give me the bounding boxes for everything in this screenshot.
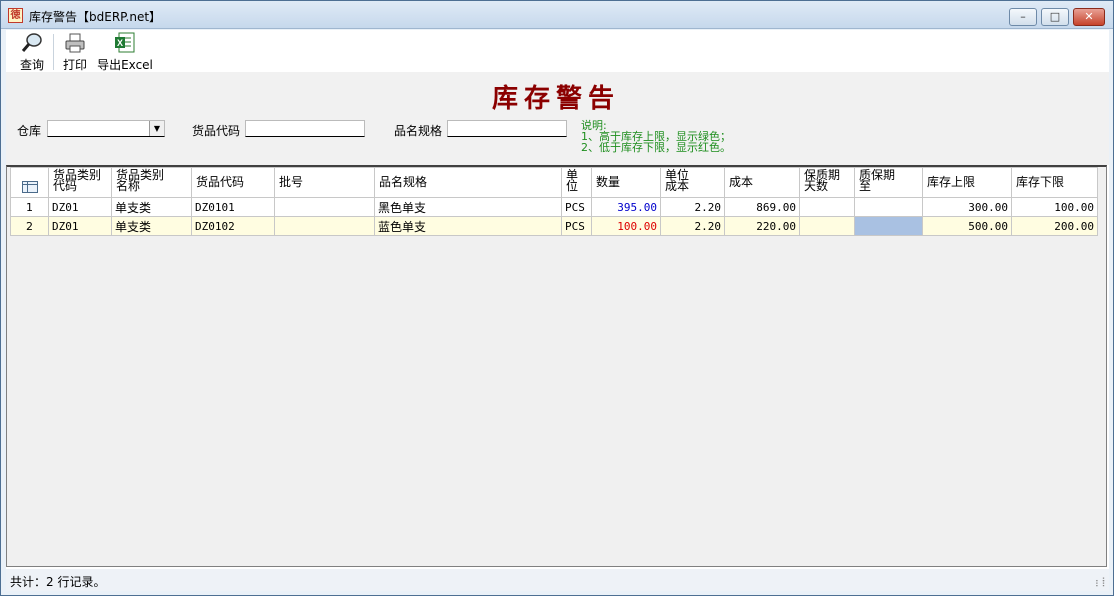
col-header-unit-cost[interactable]: 单位 成本 [660, 167, 725, 198]
legend-note: 说明: 1、高于库存上限，显示绿色； 2、低于库存下限，显示红色。 [581, 120, 731, 153]
cell-shelf-days[interactable] [799, 197, 855, 217]
col-header-cat-name[interactable]: 货品类别 名称 [111, 167, 192, 198]
close-icon: ✕ [1084, 10, 1094, 23]
cell-unit-cost[interactable]: 2.20 [660, 216, 725, 236]
col-header-batch[interactable]: 批号 [274, 167, 375, 198]
cell-qty[interactable]: 395.00 [591, 197, 661, 217]
minimize-icon: – [1020, 10, 1026, 23]
cell-cat-name[interactable]: 单支类 [111, 197, 192, 217]
row-number: 1 [10, 197, 49, 217]
product-code-label: 货品代码 [192, 124, 241, 138]
printer-icon [65, 33, 85, 53]
report-title: 库存警告 [491, 84, 620, 114]
query-label: 查询 [19, 58, 44, 72]
record-count: 共计：2 行记录。 [10, 575, 106, 589]
warehouse-label: 仓库 [17, 124, 42, 138]
col-header-qty[interactable]: 数量 [591, 167, 661, 198]
col-header-unit[interactable]: 单 位 [561, 167, 592, 198]
note-line-2: 2、低于库存下限，显示红色。 [581, 141, 731, 154]
cell-expiry[interactable] [854, 216, 923, 236]
cell-cost[interactable]: 869.00 [724, 197, 800, 217]
print-button[interactable]: 打印 [60, 32, 90, 72]
cell-spec[interactable]: 黑色单支 [374, 197, 562, 217]
window-title: 库存警告【bdERP.net】 [29, 10, 162, 24]
product-spec-label: 品名规格 [394, 124, 443, 138]
cell-shelf-days[interactable] [799, 216, 855, 236]
col-header-expiry[interactable]: 质保期 至 [854, 167, 923, 198]
query-button[interactable]: 查询 [16, 32, 48, 72]
filter-header: 库存警告 仓库 ▼ 货品代码 品名规格 说明: 1、高于库存上限，显示绿色； 2… [6, 72, 1109, 165]
cell-expiry[interactable] [854, 197, 923, 217]
export-excel-button[interactable]: X 导出Excel [96, 32, 154, 72]
title-bar[interactable]: 徳 库存警告【bdERP.net】 – □ ✕ [1, 1, 1113, 29]
row-number: 2 [10, 216, 49, 236]
chevron-down-icon[interactable]: ▼ [149, 121, 164, 136]
close-button[interactable]: ✕ [1073, 8, 1105, 26]
cell-unit[interactable]: PCS [561, 216, 592, 236]
col-header-lower-limit[interactable]: 库存下限 [1011, 167, 1098, 198]
cell-unit-cost[interactable]: 2.20 [660, 197, 725, 217]
toolbar: 查询 打印 X 导出Excel [6, 30, 1109, 72]
cell-batch[interactable] [274, 197, 375, 217]
maximize-button[interactable]: □ [1041, 8, 1069, 26]
cell-lower-limit[interactable]: 200.00 [1011, 216, 1098, 236]
print-label: 打印 [62, 58, 87, 72]
col-header-cat-code[interactable]: 货品类别 代码 [48, 167, 112, 198]
resize-grip-icon[interactable]: ⠄⠆ ⠆⠇ [1095, 576, 1108, 590]
cell-product-code[interactable]: DZ0102 [191, 216, 275, 236]
table-row[interactable]: 2 DZ01 单支类 DZ0102 蓝色单支 PCS 100.00 2.20 2… [10, 216, 1098, 236]
cell-cat-name[interactable]: 单支类 [111, 216, 192, 236]
col-header-upper-limit[interactable]: 库存上限 [922, 167, 1012, 198]
maximize-icon: □ [1049, 10, 1061, 23]
cell-upper-limit[interactable]: 500.00 [922, 216, 1012, 236]
cell-product-code[interactable]: DZ0101 [191, 197, 275, 217]
header-row: 货品类别 代码 货品类别 名称 货品代码 批号 品名规格 单 位 数量 单位 成… [10, 167, 1098, 198]
select-all-cell[interactable] [10, 167, 49, 198]
cell-batch[interactable] [274, 216, 375, 236]
cell-cost[interactable]: 220.00 [724, 216, 800, 236]
cell-spec[interactable]: 蓝色单支 [374, 216, 562, 236]
inventory-table: 货品类别 代码 货品类别 名称 货品代码 批号 品名规格 单 位 数量 单位 成… [10, 167, 1098, 236]
inventory-grid[interactable]: 货品类别 代码 货品类别 名称 货品代码 批号 品名规格 单 位 数量 单位 成… [6, 165, 1107, 567]
col-header-product-code[interactable]: 货品代码 [191, 167, 275, 198]
cell-upper-limit[interactable]: 300.00 [922, 197, 1012, 217]
product-code-input[interactable] [245, 120, 365, 137]
magnifier-icon [21, 33, 42, 52]
excel-icon: X [115, 32, 135, 53]
svg-text:X: X [117, 38, 123, 48]
col-header-shelf-days[interactable]: 保质期 天数 [799, 167, 855, 198]
warehouse-select[interactable]: ▼ [47, 120, 165, 137]
inventory-warning-window: 徳 库存警告【bdERP.net】 – □ ✕ 查询 打印 X 导出Excel … [0, 0, 1114, 596]
cell-unit[interactable]: PCS [561, 197, 592, 217]
col-header-spec[interactable]: 品名规格 [374, 167, 562, 198]
col-header-cost[interactable]: 成本 [724, 167, 800, 198]
cell-qty[interactable]: 100.00 [591, 216, 661, 236]
app-icon: 徳 [8, 8, 23, 23]
status-bar: 共计：2 行记录。 ⠄⠆ ⠆⠇ [6, 569, 1109, 591]
table-row[interactable]: 1 DZ01 单支类 DZ0101 黑色单支 PCS 395.00 2.20 8… [10, 197, 1098, 217]
grid-icon [21, 181, 38, 193]
minimize-button[interactable]: – [1009, 8, 1037, 26]
cell-cat-code[interactable]: DZ01 [48, 197, 112, 217]
product-spec-input[interactable] [447, 120, 567, 137]
toolbar-separator [53, 34, 54, 70]
client-area: 查询 打印 X 导出Excel 库存警告 仓库 ▼ 货品代码 品名规格 说明: … [6, 30, 1109, 591]
export-excel-label: 导出Excel [97, 58, 153, 72]
cell-cat-code[interactable]: DZ01 [48, 216, 112, 236]
cell-lower-limit[interactable]: 100.00 [1011, 197, 1098, 217]
